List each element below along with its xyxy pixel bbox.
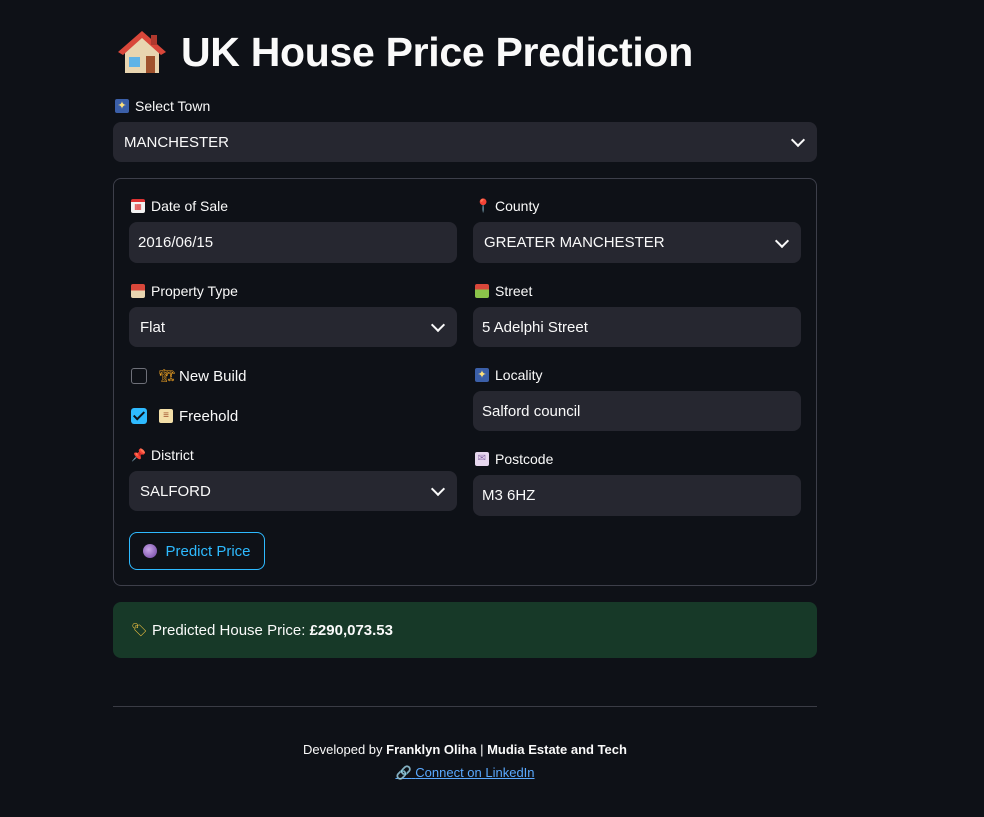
date-of-sale-label: ▦ Date of Sale (131, 197, 228, 215)
link-icon: 🔗 (395, 765, 412, 780)
town-select[interactable]: MANCHESTER (113, 122, 817, 162)
prediction-result: 🏷 Predicted House Price: £290,073.53 (113, 602, 817, 658)
company-name: Mudia Estate and Tech (487, 742, 627, 757)
app: UK House Price Prediction ✦ Select Town … (0, 0, 984, 817)
locality-label: ✦ Locality (475, 366, 542, 384)
chevron-down-icon (430, 317, 446, 333)
result-text: Predicted House Price: £290,073.53 (152, 621, 393, 639)
locality-input[interactable]: Salford council (473, 391, 801, 431)
calendar-icon: ▦ (131, 199, 145, 213)
footer-link-row: 🔗 Connect on LinkedIn (113, 765, 817, 781)
cityscape-icon: ✦ (115, 99, 129, 113)
linkedin-link[interactable]: 🔗 Connect on LinkedIn (395, 765, 534, 780)
footer-credits: Developed by Franklyn Oliha | Mudia Esta… (303, 742, 627, 757)
house-icon (131, 284, 145, 298)
envelope-icon: ✉ (475, 452, 489, 466)
checkbox-checked-icon[interactable] (131, 408, 147, 424)
pushpin-icon: 📌 (131, 448, 146, 462)
houses-icon (475, 284, 489, 298)
postcode-label: ✉ Postcode (475, 450, 553, 468)
predicted-price-value: £290,073.53 (309, 621, 393, 639)
author-name: Franklyn Oliha (386, 742, 477, 757)
scroll-icon: ≡ (159, 409, 173, 423)
county-select[interactable]: GREATER MANCHESTER (473, 222, 801, 263)
house-icon (117, 29, 167, 75)
predict-price-button[interactable]: Predict Price (129, 532, 265, 570)
street-input[interactable]: 5 Adelphi Street (473, 307, 801, 347)
pin-icon: 📍 (475, 198, 492, 213)
chevron-down-icon (790, 132, 806, 148)
property-type-label: Property Type (131, 282, 238, 300)
town-label: ✦ Select Town (115, 97, 210, 115)
construction-icon: 🏗 (159, 368, 176, 383)
district-select[interactable]: SALFORD (129, 471, 457, 511)
cityscape-icon: ✦ (475, 368, 489, 382)
chevron-down-icon (774, 233, 790, 248)
checkbox-unchecked-icon[interactable] (131, 368, 147, 384)
postcode-input[interactable]: M3 6HZ (473, 475, 801, 516)
district-label: 📌 District (131, 447, 194, 463)
tag-icon: 🏷 (131, 622, 148, 637)
property-type-select[interactable]: Flat (129, 307, 457, 347)
divider (113, 706, 817, 707)
crystal-ball-icon (143, 544, 158, 558)
new-build-checkbox[interactable]: 🏗 New Build (131, 366, 247, 386)
date-of-sale-input[interactable]: 2016/06/15 (129, 222, 457, 263)
page-title-text: UK House Price Prediction (181, 28, 693, 75)
chevron-down-icon (430, 481, 446, 497)
street-label: Street (475, 282, 532, 300)
page-title: UK House Price Prediction (117, 26, 693, 78)
freehold-checkbox[interactable]: ≡ Freehold (131, 406, 238, 426)
county-label: 📍 County (475, 198, 540, 214)
